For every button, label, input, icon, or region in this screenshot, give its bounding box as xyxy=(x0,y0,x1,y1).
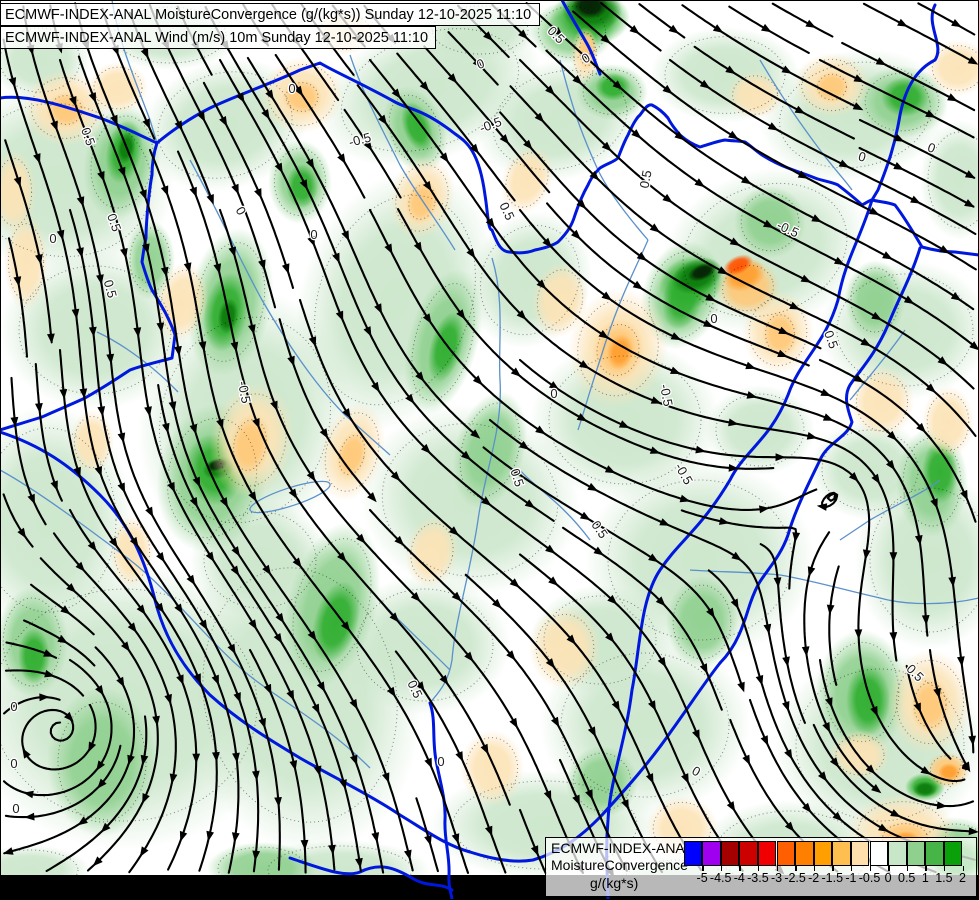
legend-model-label: ECMWF-INDEX-ANAL xyxy=(551,840,693,856)
legend-swatch xyxy=(869,841,889,866)
legend-swatch xyxy=(683,841,703,866)
legend-swatch xyxy=(720,841,740,866)
map-svg: 0.50-0.5-0.50.50.5000.500.5000-0.5 00.5-0… xyxy=(0,0,979,900)
legend-swatch xyxy=(832,841,851,866)
legend-tick-label: -1.5 xyxy=(821,871,844,885)
svg-text:0: 0 xyxy=(310,227,317,242)
svg-text:0: 0 xyxy=(550,386,557,401)
legend-swatch xyxy=(888,841,907,866)
legend-tick-label: 0 xyxy=(884,871,892,885)
legend-tick-label: -2.5 xyxy=(784,871,806,885)
legend-swatch xyxy=(850,841,870,866)
title-line-1: ECMWF-INDEX-ANAL MoistureConvergence (g/… xyxy=(5,7,532,23)
legend-units-label: g/(kg*s) xyxy=(590,875,639,891)
legend-swatch xyxy=(813,841,833,866)
svg-text:0: 0 xyxy=(710,311,717,326)
svg-text:0: 0 xyxy=(288,81,295,96)
legend-tick-label: -5 xyxy=(696,871,708,885)
legend-tick-label: -2 xyxy=(808,871,820,885)
legend-swatch xyxy=(757,841,777,866)
svg-text:0: 0 xyxy=(10,756,17,771)
legend-tick-label: -3 xyxy=(770,871,783,885)
colorbar-legend: ECMWF-INDEX-ANAL MoistureConvergence g/(… xyxy=(545,837,977,897)
title-line-2: ECMWF-INDEX-ANAL Wind (m/s) 10m Sunday 1… xyxy=(5,30,429,46)
legend-tick-label: 2 xyxy=(959,871,966,885)
legend-tick-label: -0.5 xyxy=(858,871,881,885)
svg-text:0: 0 xyxy=(12,801,19,816)
legend-swatch xyxy=(739,841,758,866)
legend-tick-label: -4 xyxy=(733,871,745,885)
legend-tick-label: -4.5 xyxy=(709,871,732,885)
svg-text:0: 0 xyxy=(10,699,17,714)
legend-swatch xyxy=(702,841,721,866)
title-wind: ECMWF-INDEX-ANAL Wind (m/s) 10m Sunday 1… xyxy=(0,26,436,49)
legend-tick-label: -1 xyxy=(845,871,857,885)
svg-text:0: 0 xyxy=(437,754,444,769)
moisture-shading xyxy=(0,0,979,900)
legend-tick-label: 1.5 xyxy=(935,871,953,885)
weather-map-canvas: 0.5 0 -0.5 -0.5 0.5 0.5 0 0 0.5 0 0.5 0 0 0 -0.5 0 0.5 -0… xyxy=(0,0,979,900)
legend-swatch xyxy=(906,841,926,866)
legend-swatch xyxy=(925,841,944,866)
legend-tick-label: -3.5 xyxy=(747,871,769,885)
svg-text:0: 0 xyxy=(49,231,56,246)
legend-swatch xyxy=(943,841,963,866)
svg-text:0.5: 0.5 xyxy=(637,169,655,189)
legend-field-label: MoistureConvergence xyxy=(551,857,688,873)
legend-tick-label: 1 xyxy=(921,871,929,885)
map-plot-area: 0.5 0 -0.5 -0.5 0.5 0.5 0 0 0.5 0 0.5 0 0 0 -0.5 0 0.5 -0… xyxy=(0,0,979,900)
legend-tick-label: 0.5 xyxy=(897,871,916,885)
legend-swatch xyxy=(776,841,796,866)
title-moisture-convergence: ECMWF-INDEX-ANAL MoistureConvergence (g/… xyxy=(0,3,540,26)
legend-swatch xyxy=(795,841,814,866)
